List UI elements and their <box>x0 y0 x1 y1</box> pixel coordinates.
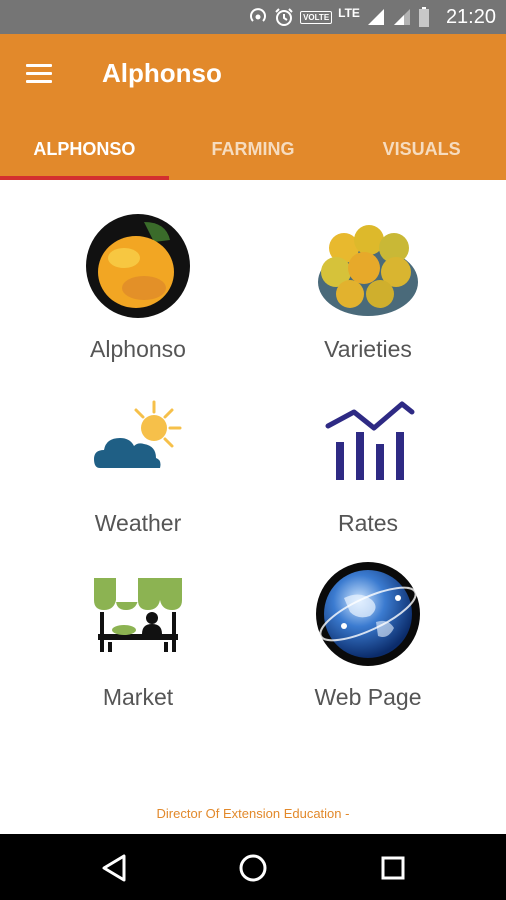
app-bar: Alphonso <box>0 34 506 118</box>
status-icons: VOLTE LTE 21:20 <box>248 0 496 34</box>
tile-label-market: Market <box>102 684 174 710</box>
status-bar: VOLTE LTE 21:20 <box>0 0 506 34</box>
tile-web-page[interactable]: Web Page <box>268 548 468 710</box>
tile-label-web-page: Web Page <box>314 684 422 710</box>
tab-visuals[interactable]: VISUALS <box>337 118 506 180</box>
weather-icon <box>94 400 182 468</box>
tile-weather[interactable]: Weather <box>38 374 238 536</box>
menu-icon[interactable] <box>26 64 52 84</box>
tile-rates[interactable]: Rates <box>268 374 468 536</box>
signal-icon <box>393 9 410 25</box>
tab-bar: ALPHONSO FARMING VISUALS <box>0 118 506 180</box>
footer-text: Director Of Extension Education - <box>156 806 350 821</box>
market-stall-icon <box>94 578 182 652</box>
mango-icon <box>86 214 190 318</box>
tab-farming[interactable]: FARMING <box>169 118 338 180</box>
recents-icon[interactable] <box>376 851 410 885</box>
signal-icon <box>367 9 384 25</box>
tab-alphonso[interactable]: ALPHONSO <box>0 118 169 180</box>
home-icon[interactable] <box>236 851 270 885</box>
tile-label-rates: Rates <box>337 510 399 536</box>
battery-icon <box>418 7 429 27</box>
tile-label-varieties: Varieties <box>324 336 412 362</box>
tile-label-alphonso: Alphonso <box>90 336 186 362</box>
tile-label-weather: Weather <box>94 510 182 536</box>
tile-alphonso[interactable]: Alphonso <box>38 200 238 362</box>
tile-varieties[interactable]: Varieties <box>268 200 468 362</box>
navigation-bar <box>0 834 506 900</box>
globe-icon <box>316 562 420 666</box>
app-title: Alphonso <box>102 58 222 88</box>
tile-market[interactable]: Market <box>38 548 238 710</box>
rates-chart-icon <box>325 401 415 480</box>
back-icon[interactable] <box>98 851 132 885</box>
status-time: 21:20 <box>445 5 496 28</box>
lte-label: LTE <box>338 6 360 20</box>
hotspot-icon <box>250 8 266 22</box>
alarm-icon <box>275 8 293 26</box>
mango-bowl-icon <box>318 225 418 316</box>
volte-badge: VOLTE <box>300 10 333 24</box>
